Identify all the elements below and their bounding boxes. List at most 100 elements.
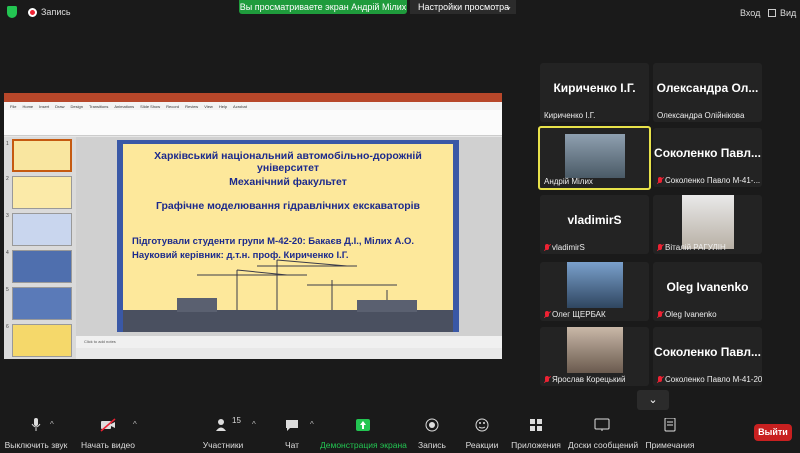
leave-meeting-button[interactable]: Выйти xyxy=(754,424,792,441)
ppt-tab: Design xyxy=(70,103,83,109)
ppt-tab: File xyxy=(10,103,17,109)
start-video-button[interactable]: Начать видео xyxy=(78,412,138,450)
ppt-tab: Insert xyxy=(39,103,50,109)
participant-tile[interactable]: Кириченко І.Г. Кириченко І.Г. xyxy=(540,63,649,122)
participant-label: Олег ЩЕРБАК xyxy=(552,310,606,319)
cranes-illustration xyxy=(123,259,453,332)
participant-tile[interactable]: Ярослав Корецький xyxy=(540,327,649,386)
participant-label: Олександра Олійнікова xyxy=(657,111,745,120)
participant-name: Соколенко Павло М-41-... xyxy=(657,176,760,185)
participant-tile[interactable]: Oleg Ivanenko Oleg Ivanenko xyxy=(653,262,762,321)
record-button[interactable]: Запись xyxy=(416,412,448,450)
share-screen-icon xyxy=(356,419,370,431)
mic-muted-icon xyxy=(544,375,550,384)
thumb-number: 1 xyxy=(6,141,9,147)
record-status-label[interactable]: Запись xyxy=(41,7,71,17)
slide-thumbnail xyxy=(12,324,72,357)
notes-pane[interactable]: Click to add notes xyxy=(76,336,502,348)
record-icon xyxy=(425,418,439,432)
reactions-button[interactable]: Реакции xyxy=(462,412,502,450)
enter-fullscreen-button[interactable]: Вход xyxy=(740,8,760,18)
notes-icon xyxy=(664,418,676,432)
record-icon xyxy=(28,8,37,17)
ppt-tab: Review xyxy=(185,103,199,109)
participant-tile[interactable]: Соколенко Павл... Соколенко Павло М-41-.… xyxy=(653,128,762,187)
apps-icon xyxy=(530,419,542,431)
chevron-up-icon[interactable]: ^ xyxy=(252,420,256,429)
participant-name: Андрій Мілих xyxy=(544,177,593,186)
ppt-tab: Acrobat xyxy=(233,103,247,109)
participant-name: Олександра Олійнікова xyxy=(657,111,744,120)
participant-tile[interactable]: Соколенко Павл... Соколенко Павло М-41-2… xyxy=(653,327,762,386)
participant-tile[interactable]: Олег ЩЕРБАК xyxy=(540,262,649,321)
slide-thumbnail xyxy=(12,250,72,283)
participants-icon xyxy=(216,419,226,431)
ppt-tab: Transitions xyxy=(88,103,109,109)
ppt-tab: Home xyxy=(22,103,34,109)
mic-muted-icon xyxy=(544,243,550,252)
thumb-number: 5 xyxy=(6,287,9,293)
participant-tile[interactable]: Віталій РАГУЛІН xyxy=(653,195,762,254)
view-button[interactable]: Вид xyxy=(780,8,796,18)
share-banner: Вы просматриваете экран Андрій Мілих xyxy=(239,0,407,14)
participant-tile[interactable]: vladimirS vladimirS xyxy=(540,195,649,254)
ppt-tab: Animations xyxy=(114,103,135,109)
participants-count: 15 xyxy=(232,416,241,425)
ppt-status-bar xyxy=(76,348,502,359)
chevron-up-icon[interactable]: ^ xyxy=(310,420,314,429)
participant-tile[interactable]: Олександра Ол... Олександра Олійнікова xyxy=(653,63,762,122)
participant-name-large: Соколенко Павл... xyxy=(654,345,761,359)
participant-name-large: Олександра Ол... xyxy=(656,81,759,95)
participant-label: Ярослав Корецький xyxy=(552,375,626,384)
participant-name-large: Oleg Ivanenko xyxy=(666,280,749,294)
thumb-number: 3 xyxy=(6,213,9,219)
grid-view-icon[interactable] xyxy=(768,9,776,17)
participant-tile-active-speaker[interactable]: Андрій Мілих xyxy=(538,126,651,190)
share-label: Демонстрация экрана xyxy=(320,440,407,450)
participant-name-large: Кириченко І.Г. xyxy=(553,81,636,95)
participant-photo xyxy=(566,262,623,308)
participant-photo xyxy=(681,195,734,249)
chat-button[interactable]: Чат xyxy=(278,412,306,450)
ppt-ribbon xyxy=(4,110,502,136)
share-screen-button[interactable]: Демонстрация экрана xyxy=(320,412,407,450)
top-bar: Запись Вы просматриваете экран Андрій Мі… xyxy=(0,0,800,24)
mic-muted-icon xyxy=(657,375,663,384)
mute-button[interactable]: Выключить звук xyxy=(4,412,68,450)
participant-name: vladimirS xyxy=(544,243,585,252)
notes-button[interactable]: Примечания xyxy=(644,412,696,450)
thumb-number: 6 xyxy=(6,324,9,330)
ppt-tab: Record xyxy=(166,103,180,109)
apps-label: Приложения xyxy=(511,440,561,450)
view-options-button[interactable]: Настройки просмотра ⌄ xyxy=(410,0,516,14)
mic-muted-icon xyxy=(657,243,663,252)
participant-photo xyxy=(566,327,623,373)
participant-label: Соколенко Павло М-41-20 xyxy=(665,375,762,384)
participant-label: Кириченко І.Г. xyxy=(544,111,596,120)
smiley-icon xyxy=(475,418,489,432)
mic-muted-icon xyxy=(657,310,663,319)
chevron-up-icon[interactable]: ^ xyxy=(133,420,137,429)
ppt-ribbon-tabs: File Home Insert Draw Design Transitions… xyxy=(4,102,502,110)
apps-button[interactable]: Приложения xyxy=(510,412,562,450)
participant-label: Віталій РАГУЛІН xyxy=(665,243,726,252)
slide-thumbnail xyxy=(12,287,72,320)
participant-label: Соколенко Павло М-41-... xyxy=(665,176,761,185)
meeting-toolbar: Выключить звук ^ Начать видео ^ Участник… xyxy=(0,412,800,450)
security-shield-icon[interactable] xyxy=(7,6,17,18)
participant-name: Віталій РАГУЛІН xyxy=(657,243,726,252)
video-off-icon xyxy=(100,418,116,432)
whiteboards-button[interactable]: Доски сообщений xyxy=(568,412,638,450)
scroll-down-chevron-icon[interactable]: ⌄ xyxy=(637,390,669,410)
chevron-up-icon[interactable]: ^ xyxy=(50,420,54,429)
slide-thumbnail xyxy=(12,176,72,209)
participant-name: Кириченко І.Г. xyxy=(544,111,595,120)
participant-name-large: Соколенко Павл... xyxy=(654,146,761,160)
current-slide: Харківський національний автомобільно-до… xyxy=(117,140,459,332)
ppt-tab: Slide Show xyxy=(140,103,161,109)
ppt-title-bar xyxy=(4,93,502,102)
chevron-down-icon: ⌄ xyxy=(505,2,512,11)
slide-editor: Харківський національний автомобільно-до… xyxy=(76,137,502,359)
shared-screen: File Home Insert Draw Design Transitions… xyxy=(4,93,502,359)
participant-name: Oleg Ivanenko xyxy=(657,310,717,319)
